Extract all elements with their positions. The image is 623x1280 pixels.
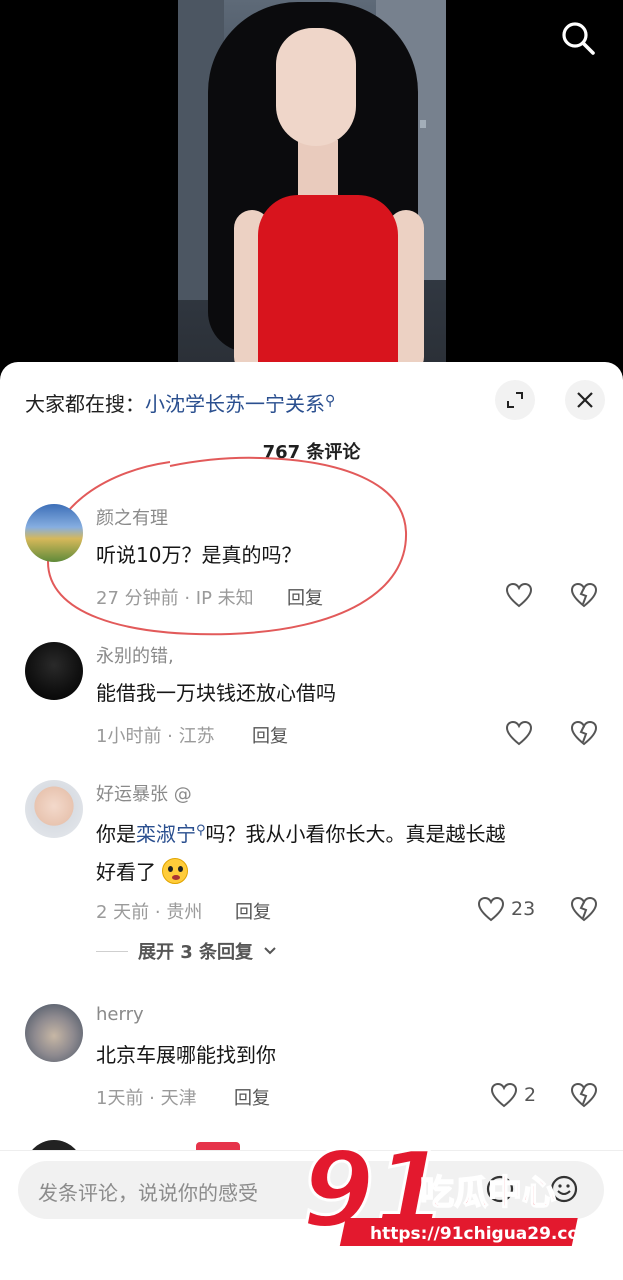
hot-search-prefix: 大家都在搜： [25, 392, 145, 416]
expand-replies-button[interactable]: 展开 3 条回复 [96, 938, 277, 964]
dislike-button[interactable] [567, 892, 601, 926]
building-window [420, 120, 426, 128]
reply-button[interactable]: 回复 [252, 722, 288, 748]
like-button[interactable] [505, 578, 575, 612]
comment-username[interactable]: 颜之有理 [96, 504, 168, 530]
hot-search-term[interactable]: 小沈学长苏一宁关系 [145, 392, 325, 416]
expand-button[interactable] [495, 380, 535, 420]
broken-heart-icon [570, 582, 598, 608]
heart-icon [477, 896, 505, 922]
broken-heart-icon [570, 720, 598, 746]
comment-text: 听说10万？是真的吗？ [96, 543, 302, 567]
sheet-header: 大家都在搜：小沈学长苏一宁关系⚲ [0, 362, 623, 440]
close-button[interactable] [565, 380, 605, 420]
divider-line [96, 950, 128, 952]
person-neck [298, 140, 338, 200]
close-icon [577, 392, 593, 408]
comment-time: 2 天前 · 贵州 [96, 902, 203, 923]
broken-heart-icon [570, 1082, 598, 1108]
like-count: 2 [524, 1084, 537, 1106]
comment-username[interactable]: 好运暴张 @ [96, 780, 192, 806]
chevron-down-icon [264, 947, 276, 955]
broken-heart-icon [570, 896, 598, 922]
search-button[interactable] [558, 18, 598, 58]
comment-username[interactable]: 永别的错, [96, 642, 174, 668]
heart-icon [505, 720, 533, 746]
like-button[interactable] [505, 716, 575, 750]
dislike-button[interactable] [567, 1078, 601, 1112]
comment-text: 能借我一万块钱还放心借吗 [96, 681, 336, 705]
comment-username[interactable]: herry [96, 1004, 144, 1025]
reply-button[interactable]: 回复 [287, 584, 323, 610]
emoji-icon [550, 1175, 578, 1203]
at-icon [486, 1175, 514, 1203]
heart-icon [490, 1082, 518, 1108]
avatar[interactable] [25, 1004, 83, 1062]
hot-search-bar[interactable]: 大家都在搜：小沈学长苏一宁关系⚲ [25, 386, 335, 419]
expand-icon [507, 392, 523, 408]
comment-text-part: 好看了 [96, 860, 156, 884]
comment-sheet: 大家都在搜：小沈学长苏一宁关系⚲ 767 条评论 颜之有理 听说10万？是真的吗… [0, 362, 623, 1280]
comment-text-part: 吗？我从小看你长大。真是越长越 [205, 822, 506, 846]
heart-icon [505, 582, 533, 608]
expand-replies-label: 展开 3 条回复 [138, 942, 254, 963]
reply-button[interactable]: 回复 [235, 898, 271, 924]
person-face [276, 28, 356, 146]
avatar[interactable] [25, 780, 83, 838]
dislike-button[interactable] [567, 716, 601, 750]
comment-text-part: 你是 [96, 822, 136, 846]
comment-count: 767 条评论 [262, 442, 361, 463]
avatar[interactable] [25, 504, 83, 562]
at-mention-button[interactable] [482, 1171, 518, 1207]
video-frame[interactable] [178, 0, 446, 375]
emoji-button[interactable] [546, 1171, 582, 1207]
comment-input-bar: 发条评论，说说你的感受 [0, 1150, 623, 1280]
like-button[interactable]: 23 [477, 892, 547, 926]
video-player[interactable] [0, 0, 623, 375]
comment-input-placeholder: 发条评论，说说你的感受 [38, 1181, 258, 1205]
mini-search-icon: ⚲ [196, 823, 206, 838]
comment-time: 27 分钟前 · IP 未知 [96, 588, 254, 609]
person-red-dress [258, 195, 398, 375]
shy-emoji-icon [162, 858, 189, 884]
comment-text: 你是栾淑宁⚲吗？我从小看你长大。真是越长越 好看了 [96, 812, 596, 891]
dislike-button[interactable] [567, 578, 601, 612]
mention-link[interactable]: 栾淑宁 [136, 822, 196, 846]
avatar[interactable] [25, 642, 83, 700]
comment-text: 北京车展哪能找到你 [96, 1043, 276, 1067]
comment-time: 1小时前 · 江苏 [96, 726, 215, 747]
mini-search-icon: ⚲ [325, 393, 336, 409]
like-button[interactable]: 2 [490, 1078, 560, 1112]
reply-button[interactable]: 回复 [234, 1084, 270, 1110]
comment-time: 1天前 · 天津 [96, 1088, 197, 1109]
like-count: 23 [511, 898, 536, 920]
search-icon [562, 22, 595, 55]
